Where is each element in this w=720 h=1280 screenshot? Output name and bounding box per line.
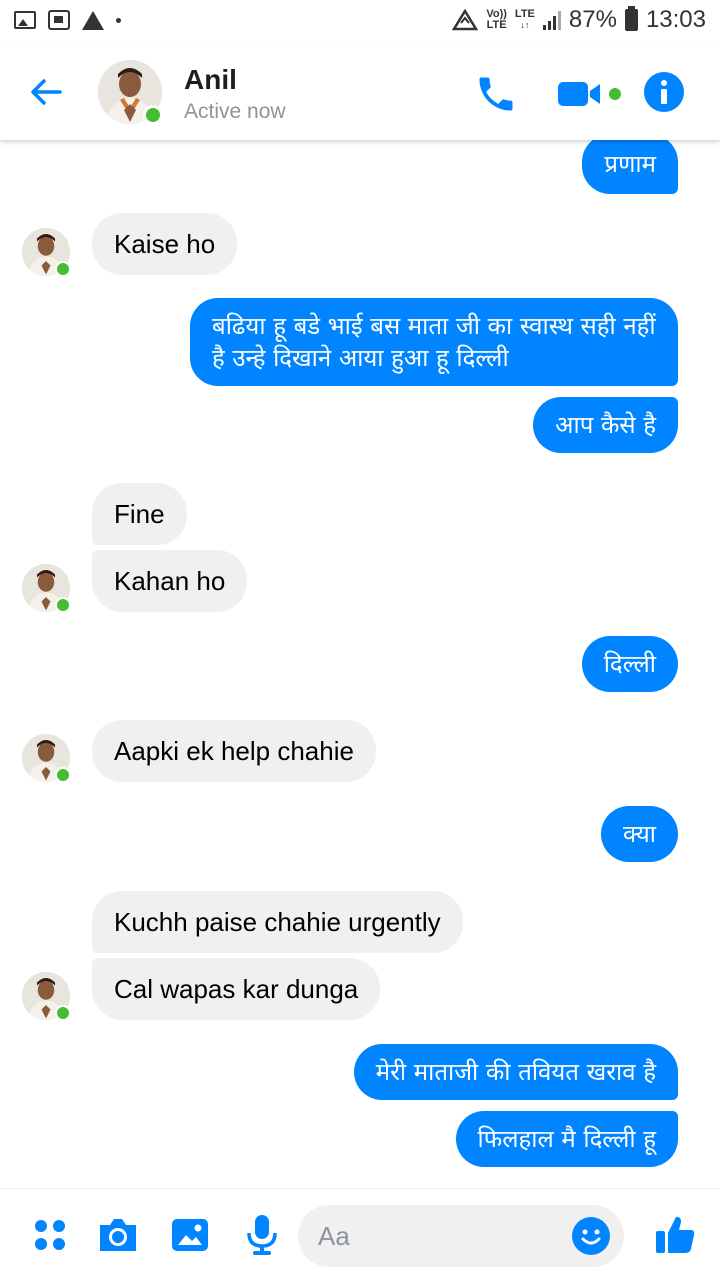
camera-button[interactable]	[96, 1215, 140, 1260]
message-bubble-outgoing[interactable]: आप कैसे है	[533, 397, 678, 453]
info-button[interactable]	[644, 72, 684, 112]
image-notification-icon	[14, 11, 36, 29]
message-bubble-outgoing[interactable]: मेरी माताजी की तवियत खराव है	[353, 1044, 678, 1100]
chat-header: Anil Active now	[0, 44, 720, 140]
video-camera-icon	[558, 82, 621, 106]
message-bubble-incoming[interactable]: Fine	[92, 483, 187, 545]
camera-icon	[100, 1219, 136, 1251]
active-status: Active now	[184, 100, 286, 123]
message-list[interactable]: प्रणाम Kaise ho बढिया हू बडे भाई बस माता…	[0, 140, 720, 1188]
voice-record-button[interactable]	[244, 1213, 280, 1262]
apps-button[interactable]	[30, 1215, 70, 1260]
voice-call-button[interactable]	[474, 72, 518, 116]
more-notifications-icon	[116, 17, 121, 23]
microphone-icon	[247, 1215, 277, 1255]
message-bubble-incoming[interactable]: Aapki ek help chahie	[92, 720, 376, 782]
message-input[interactable]: Aa	[298, 1205, 624, 1267]
online-indicator	[143, 105, 163, 125]
lte-indicator: LTE ↓↑	[514, 8, 535, 31]
sim-notification-icon	[48, 10, 70, 30]
contact-name[interactable]: Anil	[184, 64, 237, 96]
warning-icon	[82, 10, 104, 30]
signal-icon	[542, 10, 561, 30]
message-bubble-outgoing[interactable]: दिल्ली	[581, 636, 678, 692]
emoji-button[interactable]	[572, 1217, 610, 1255]
battery-icon	[624, 6, 638, 31]
lte-label: LTE	[514, 8, 535, 20]
online-indicator	[55, 767, 71, 783]
data-saver-icon	[452, 9, 479, 31]
back-arrow-icon	[31, 79, 62, 105]
video-call-button[interactable]	[556, 74, 626, 114]
message-input-placeholder: Aa	[318, 1221, 350, 1251]
emoji-icon	[581, 1229, 601, 1245]
like-button[interactable]	[652, 1211, 698, 1262]
message-bubble-incoming[interactable]: Cal wapas kar dunga	[92, 958, 381, 1020]
apps-icon	[35, 1220, 65, 1250]
online-indicator	[55, 261, 71, 277]
message-bubble-incoming[interactable]: Kaise ho	[92, 213, 238, 275]
clock: 13:03	[645, 6, 706, 33]
message-bubble-outgoing[interactable]: प्रणाम	[582, 140, 678, 194]
volte-lte-label: LTE	[486, 19, 507, 31]
message-bubble-incoming[interactable]: Kuchh paise chahie urgently	[92, 891, 463, 953]
gallery-icon	[172, 1219, 208, 1251]
phone-icon	[479, 77, 513, 111]
back-button[interactable]	[24, 70, 68, 114]
message-bubble-outgoing[interactable]: फिलहाल मै दिल्ली हू	[455, 1111, 678, 1167]
message-bubble-outgoing[interactable]: बढिया हू बडे भाई बस माता जी का स्वास्थ स…	[190, 298, 678, 386]
status-bar: Vo)) LTE LTE ↓↑ 87% 13:03	[0, 0, 720, 44]
message-composer: Aa	[0, 1188, 720, 1280]
online-indicator	[55, 1005, 71, 1021]
message-bubble-incoming[interactable]: Kahan ho	[92, 550, 248, 612]
battery-percent: 87%	[568, 6, 617, 33]
volte-indicator: Vo)) LTE	[486, 9, 507, 31]
message-bubble-outgoing[interactable]: क्या	[601, 806, 678, 862]
gallery-button[interactable]	[170, 1215, 210, 1260]
thumbs-up-icon	[656, 1216, 695, 1253]
online-indicator	[55, 597, 71, 613]
